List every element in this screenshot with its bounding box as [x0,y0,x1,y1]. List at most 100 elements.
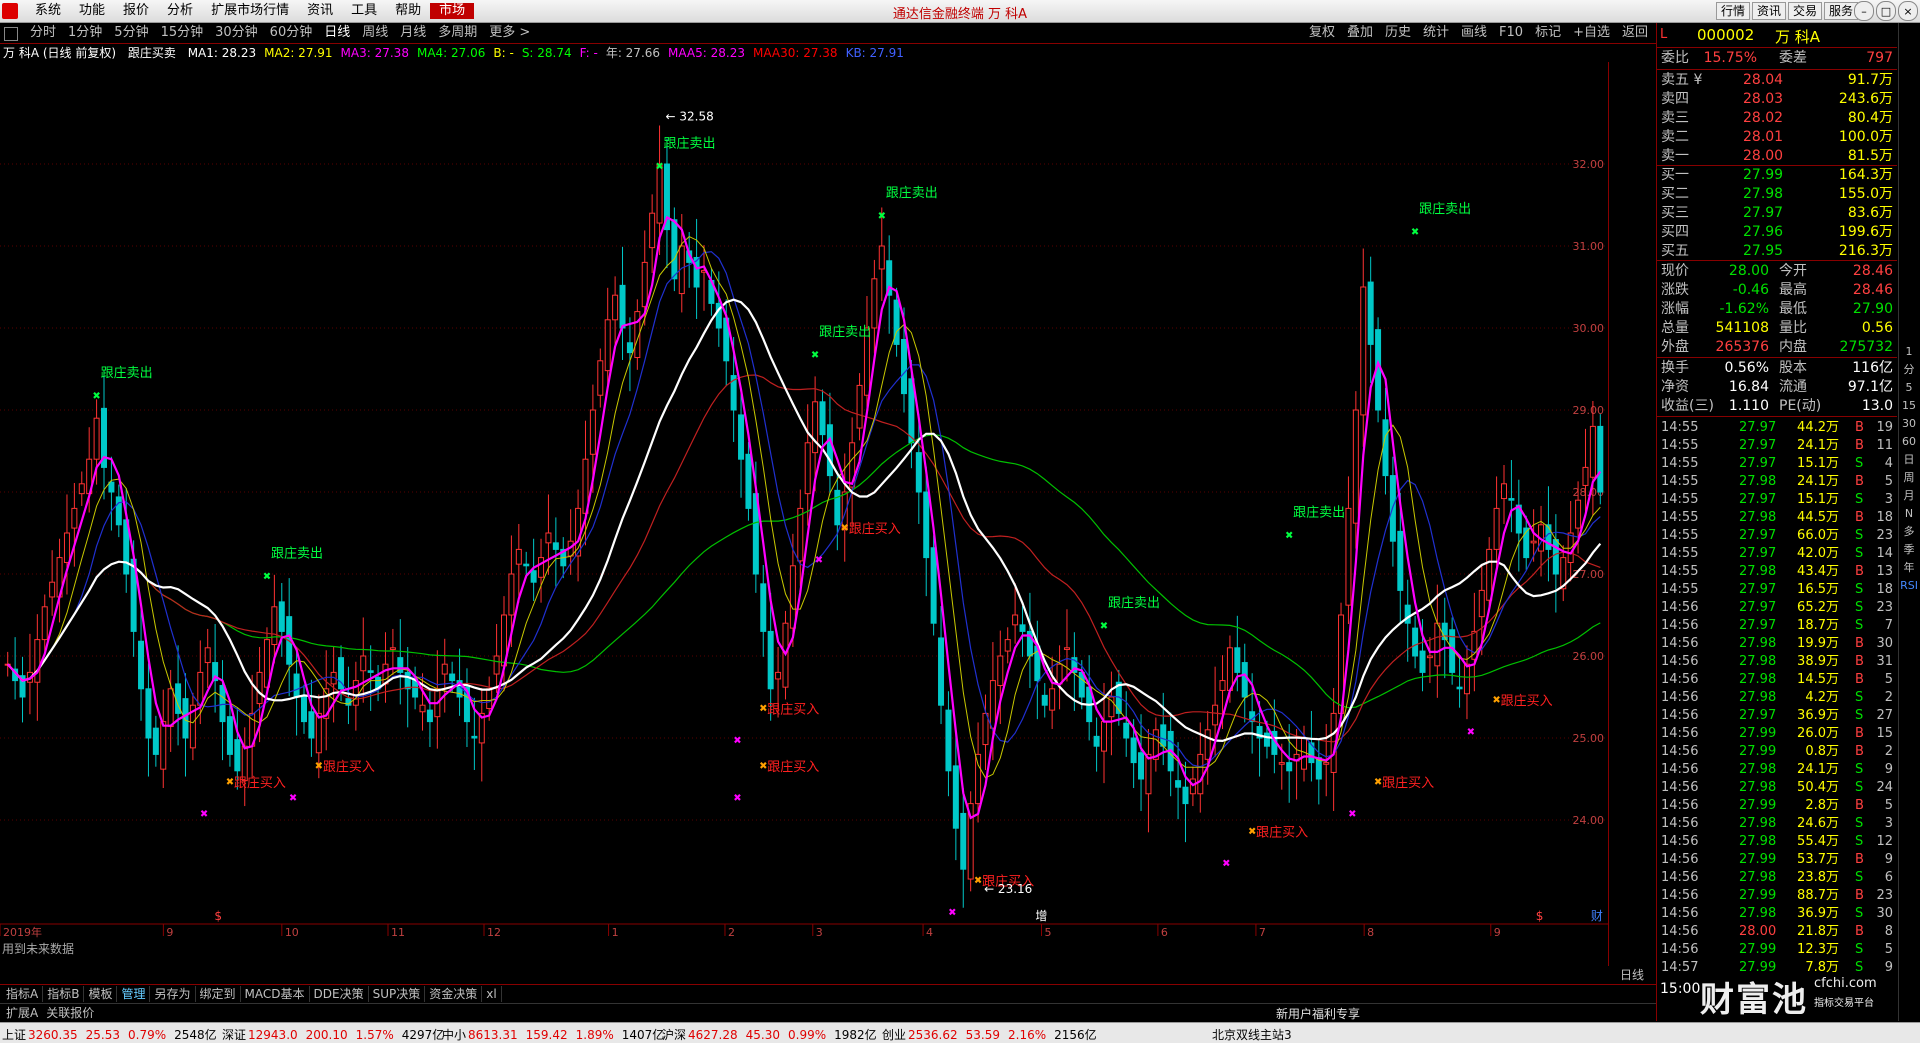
side-period-button[interactable]: 多 [1899,523,1919,541]
promo-link[interactable]: 新用户福利专享 [1276,1005,1360,1022]
tick-side: B [1855,852,1864,867]
index-quote[interactable]: 创业 2536.62 53.59 2.16% 2156亿 [882,1026,1097,1043]
period-tab[interactable]: 1分钟 [62,25,108,41]
menu-ext-market[interactable]: 扩展市场行情 [202,3,298,19]
side-period-button[interactable]: N [1899,505,1919,523]
menu-system[interactable]: 系统 [26,3,70,19]
indicator-tab[interactable]: xl [482,986,502,1002]
indicator-tab[interactable]: 指标A [2,986,44,1002]
side-period-button[interactable]: 5 [1899,379,1919,397]
chart-tool-button[interactable]: 叠加 [1341,25,1379,41]
menu-quote[interactable]: 报价 [114,3,158,19]
index-quote[interactable]: 中小 8613.31 159.42 1.89% 1407亿 [442,1026,664,1043]
tick-price: 27.98 [1739,474,1777,489]
index-quote[interactable]: 沪深 4627.28 45.30 0.99% 1982亿 [662,1026,877,1043]
indicator-tab[interactable]: 另存为 [150,986,196,1002]
x-tick-label: 11 [391,926,405,939]
indicator-tab[interactable]: 管理 [117,986,151,1002]
signal-marker-icon: ✖ [878,211,886,222]
kline-chart[interactable]: 24.0025.0026.0027.0028.0029.0030.0031.00… [0,62,1608,966]
menu-zixun[interactable]: 资讯 [1751,2,1786,20]
period-tab[interactable]: 周线 [356,25,394,41]
chart-tool-button[interactable]: F10 [1493,25,1529,41]
indicator-tab[interactable]: 资金决策 [425,986,483,1002]
quote-value: 0.56 [1861,320,1893,336]
pink-marker-icon: ✖ [1222,858,1230,869]
chart-tool-button[interactable]: 统计 [1417,25,1455,41]
menu-function[interactable]: 功能 [70,3,114,19]
side-period-button[interactable]: 分 [1899,361,1919,379]
indicator-name[interactable]: 跟庄买卖 [128,46,176,60]
extension-tab[interactable]: 关联报价 [42,1005,98,1021]
tick-row: 14:55 27.97 15.1万 S 3 [1657,491,1897,509]
period-tab[interactable]: 5分钟 [108,25,154,41]
side-period-button[interactable]: 季 [1899,541,1919,559]
chart-tool-button[interactable]: +自选 [1567,25,1616,41]
indicator-tab[interactable]: SUP决策 [369,986,426,1002]
side-period-button[interactable]: 15 [1899,397,1919,415]
side-period-button[interactable]: 月 [1899,487,1919,505]
period-tab[interactable]: 15分钟 [155,25,210,41]
side-period-button[interactable]: 日 [1899,451,1919,469]
tick-row: 14:56 27.98 23.8万 S 6 [1657,869,1897,887]
event-flag-icon[interactable]: $ [214,909,222,923]
event-flag-icon[interactable]: 增 [1035,909,1047,923]
stock-code[interactable]: 000002 [1697,26,1754,44]
minimize-icon[interactable]: – [1854,1,1874,21]
menu-hangqing[interactable]: 行情 [1715,2,1750,20]
indicator-tab[interactable]: DDE决策 [310,986,369,1002]
toggle-panel-icon[interactable] [4,27,18,41]
menu-jiaoyi[interactable]: 交易 [1787,2,1822,20]
candle-body [226,716,233,755]
period-tab[interactable]: 多周期 [432,25,483,41]
x-tick-label: 9 [166,926,173,939]
maximize-icon[interactable]: □ [1876,1,1896,21]
side-period-button[interactable]: 周 [1899,469,1919,487]
chart-tool-button[interactable]: 历史 [1379,25,1417,41]
chart-tool-button[interactable]: 标记 [1529,25,1567,41]
menu-tools[interactable]: 工具 [342,3,386,19]
x-tick-label: 9 [1494,926,1501,939]
index-quote[interactable]: 深证 12943.0 200.10 1.57% 4297亿 [222,1026,444,1043]
stock-name[interactable]: 万 科A [1775,26,1820,47]
period-tab[interactable]: 60分钟 [264,25,319,41]
chart-tool-button[interactable]: 复权 [1303,25,1341,41]
event-flag-icon[interactable]: $ [1536,909,1544,923]
y-tick-label: 29.00 [1573,404,1605,417]
server-station[interactable]: 北京双线主站3 [1212,1026,1292,1043]
menu-analysis[interactable]: 分析 [158,3,202,19]
side-period-button[interactable]: 年 [1899,559,1919,577]
candle-body [738,414,745,460]
pink-marker-icon: ✖ [815,555,823,566]
side-period-button[interactable]: RSI [1899,577,1919,595]
side-period-button[interactable]: 60 [1899,433,1919,451]
side-period-button[interactable]: 1 [1899,343,1919,361]
close-icon[interactable]: × [1898,1,1918,21]
chart-tool-button[interactable]: 返回 [1616,25,1654,41]
indicator-tab[interactable]: 指标B [43,986,85,1002]
indicator-tab[interactable]: 模板 [84,986,118,1002]
indicator-tab[interactable]: MACD基本 [241,986,310,1002]
period-tab[interactable]: 30分钟 [209,25,264,41]
event-flag-icon[interactable]: 财 [1591,909,1603,923]
indicator-tab[interactable]: 绑定到 [196,986,241,1002]
menu-market[interactable]: 市场 [430,3,475,19]
index-quote[interactable]: 上证 3260.35 25.53 0.79% 2548亿 [2,1026,217,1043]
tick-side: B [1855,438,1864,453]
menu-news[interactable]: 资讯 [298,3,342,19]
menu-help[interactable]: 帮助 [386,3,430,19]
period-tab[interactable]: 分时 [24,25,62,41]
index-amount: 2156亿 [1054,1028,1097,1042]
chart-tool-button[interactable]: 画线 [1455,25,1493,41]
ma-value: F: - [579,46,598,60]
side-period-button[interactable]: 30 [1899,415,1919,433]
menu-fuwu[interactable]: 服务 [1823,2,1858,20]
tick-volume: 88.7万 [1797,888,1839,903]
extension-tab[interactable]: 扩展A [2,1005,42,1021]
period-tab[interactable]: 月线 [394,25,432,41]
period-tab[interactable]: 日线 [318,25,356,41]
period-tab[interactable]: 更多 > [483,25,536,41]
candle-body [760,583,767,632]
tick-row: 14:56 27.98 55.4万 S 12 [1657,833,1897,851]
order-volume: 199.6万 [1838,224,1893,240]
